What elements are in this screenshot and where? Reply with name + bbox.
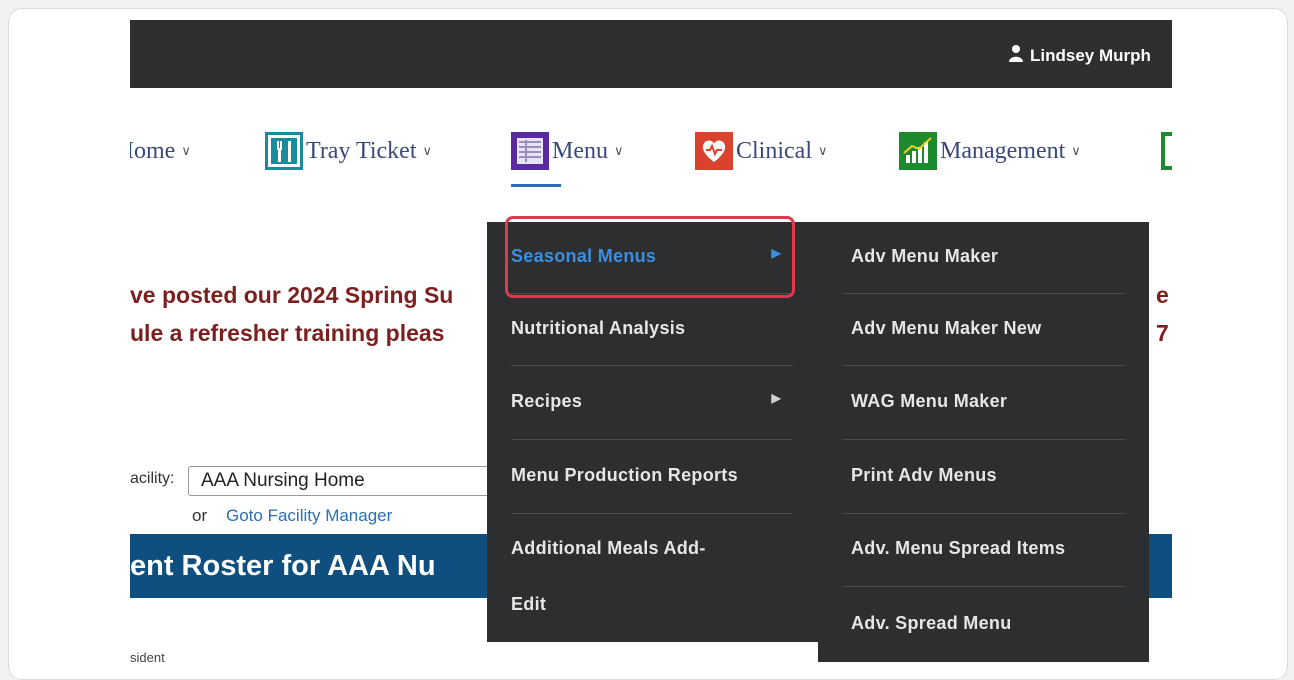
announcement-line-1: ve posted our 2024 Spring Su	[130, 282, 454, 308]
submenu-divider	[843, 293, 1125, 294]
nav-home[interactable]: Iome ∨	[130, 128, 191, 174]
nav-menu[interactable]: Menu ∨	[510, 128, 624, 174]
heart-icon	[694, 131, 734, 171]
submenu-divider	[843, 513, 1125, 514]
nav-tray-ticket-label: Tray Ticket	[306, 137, 417, 164]
resident-label: sident	[130, 650, 165, 665]
user-name: Lindsey Murph	[1030, 45, 1151, 65]
chevron-down-icon: ∨	[181, 143, 191, 159]
menu-item-menu-production-reports[interactable]: Menu Production Reports	[511, 465, 793, 486]
facility-label: acility:	[130, 470, 175, 487]
nav-clinical[interactable]: Clinical ∨	[694, 128, 828, 174]
chevron-down-icon: ∨	[614, 143, 624, 159]
announcement-right-1: e	[1156, 282, 1169, 308]
menu-item-additional-meals[interactable]: Additional Meals Add-	[511, 538, 793, 559]
menu-item-recipes[interactable]: Recipes ▶	[511, 391, 793, 412]
menu-item-additional-meals-cont[interactable]: Edit	[511, 594, 793, 615]
nav-home-label: Iome	[130, 137, 176, 164]
submenu-item-adv-spread-menu[interactable]: Adv. Spread Menu	[851, 613, 1131, 634]
menu-divider	[511, 365, 793, 366]
menu-grid-icon	[510, 131, 550, 171]
goto-facility-manager-link[interactable]: Goto Facility Manager	[226, 506, 392, 526]
nav-tray-ticket[interactable]: Tray Ticket ∨	[264, 128, 432, 174]
menu-item-label: Additional Meals Add-	[511, 538, 706, 558]
menu-divider	[511, 439, 793, 440]
submenu-item-adv-menu-maker-new[interactable]: Adv Menu Maker New	[851, 318, 1131, 339]
announcement-right-2: 7	[1156, 320, 1169, 346]
chevron-down-icon: ∨	[817, 143, 828, 159]
menu-item-label: Edit	[511, 594, 547, 614]
bar-chart-icon	[898, 131, 938, 171]
announcement-text: ve posted our 2024 Spring Su ule a refre…	[130, 276, 453, 352]
nav-management[interactable]: Management ∨	[898, 128, 1081, 174]
or-text: or	[192, 506, 208, 525]
menu-item-label: Menu Production Reports	[511, 465, 738, 485]
menu-item-label: Nutritional Analysis	[511, 318, 686, 338]
caret-right-icon: ▶	[771, 391, 781, 405]
highlight-box	[505, 216, 795, 298]
submenu-divider	[843, 586, 1125, 587]
menu-item-label: Recipes	[511, 391, 583, 411]
nav-management-label: Management	[940, 137, 1066, 164]
green-app-icon	[1160, 131, 1172, 171]
chevron-down-icon: ∨	[1071, 143, 1081, 159]
top-bar: Lindsey Murph	[130, 20, 1172, 88]
submenu-item-wag-menu-maker[interactable]: WAG Menu Maker	[851, 391, 1131, 412]
seasonal-menus-submenu: Adv Menu Maker Adv Menu Maker New WAG Me…	[818, 222, 1149, 662]
chevron-down-icon: ∨	[422, 143, 432, 159]
nav-menu-label: Menu	[552, 137, 608, 164]
submenu-divider	[843, 365, 1125, 366]
user-menu[interactable]: Lindsey Murph	[1008, 44, 1151, 67]
facility-select[interactable]	[188, 466, 508, 496]
nav-next-item[interactable]	[1160, 128, 1172, 174]
menu-divider	[511, 513, 793, 514]
submenu-item-adv-menu-spread-items[interactable]: Adv. Menu Spread Items	[851, 538, 1131, 559]
fork-knife-icon	[264, 131, 304, 171]
active-nav-underline	[511, 184, 561, 187]
submenu-item-adv-menu-maker[interactable]: Adv Menu Maker	[851, 246, 1131, 267]
submenu-divider	[843, 439, 1125, 440]
user-icon	[1008, 44, 1024, 67]
nav-clinical-label: Clinical	[736, 137, 812, 164]
main-nav: Iome ∨ Tray Ticket ∨ Menu ∨ Clinical ∨ M…	[130, 128, 1172, 188]
submenu-item-print-adv-menus[interactable]: Print Adv Menus	[851, 465, 1131, 486]
menu-item-nutritional-analysis[interactable]: Nutritional Analysis	[511, 318, 793, 339]
announcement-right-fragment: e 7	[1156, 276, 1169, 352]
announcement-line-2: ule a refresher training pleas	[130, 320, 445, 346]
